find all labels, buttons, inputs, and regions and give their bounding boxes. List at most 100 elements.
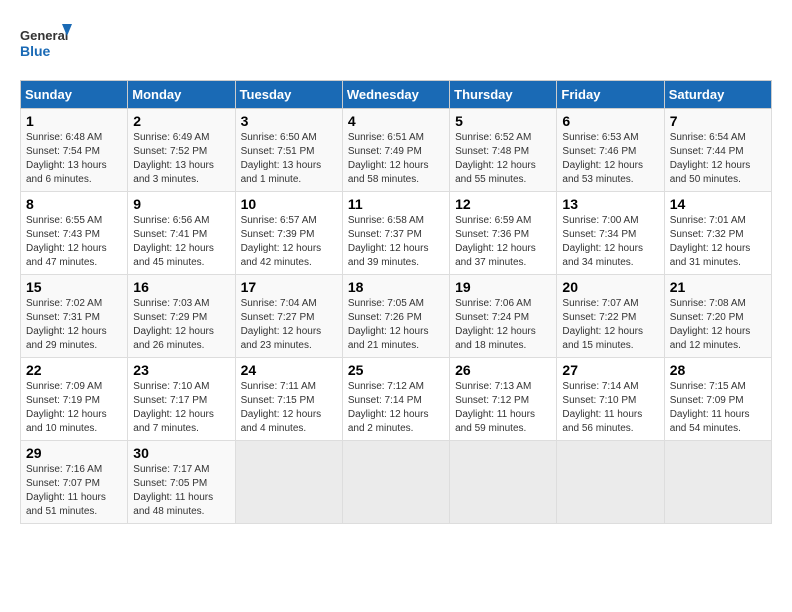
weekday-header-sunday: Sunday	[21, 81, 128, 109]
day-number: 21	[670, 279, 766, 295]
day-info: Sunrise: 6:52 AM Sunset: 7:48 PM Dayligh…	[455, 131, 551, 187]
table-row: 30 Sunrise: 7:17 AM Sunset: 7:05 PM Dayl…	[128, 441, 235, 524]
table-row: 21 Sunrise: 7:08 AM Sunset: 7:20 PM Dayl…	[664, 275, 771, 358]
day-number: 24	[241, 362, 337, 378]
day-number: 2	[133, 113, 229, 129]
day-number: 6	[562, 113, 658, 129]
day-info: Sunrise: 6:56 AM Sunset: 7:41 PM Dayligh…	[133, 214, 229, 270]
table-row: 14 Sunrise: 7:01 AM Sunset: 7:32 PM Dayl…	[664, 192, 771, 275]
day-info: Sunrise: 6:59 AM Sunset: 7:36 PM Dayligh…	[455, 214, 551, 270]
day-info: Sunrise: 7:02 AM Sunset: 7:31 PM Dayligh…	[26, 297, 122, 353]
weekday-header-wednesday: Wednesday	[342, 81, 449, 109]
table-row: 24 Sunrise: 7:11 AM Sunset: 7:15 PM Dayl…	[235, 358, 342, 441]
day-number: 9	[133, 196, 229, 212]
day-info: Sunrise: 6:58 AM Sunset: 7:37 PM Dayligh…	[348, 214, 444, 270]
table-row	[450, 441, 557, 524]
day-info: Sunrise: 6:53 AM Sunset: 7:46 PM Dayligh…	[562, 131, 658, 187]
logo-svg: General Blue	[20, 20, 75, 70]
table-row: 12 Sunrise: 6:59 AM Sunset: 7:36 PM Dayl…	[450, 192, 557, 275]
day-number: 22	[26, 362, 122, 378]
day-info: Sunrise: 6:54 AM Sunset: 7:44 PM Dayligh…	[670, 131, 766, 187]
day-number: 5	[455, 113, 551, 129]
calendar-table: SundayMondayTuesdayWednesdayThursdayFrid…	[20, 80, 772, 524]
day-number: 11	[348, 196, 444, 212]
table-row: 4 Sunrise: 6:51 AM Sunset: 7:49 PM Dayli…	[342, 109, 449, 192]
day-info: Sunrise: 6:51 AM Sunset: 7:49 PM Dayligh…	[348, 131, 444, 187]
day-info: Sunrise: 7:17 AM Sunset: 7:05 PM Dayligh…	[133, 463, 229, 519]
day-info: Sunrise: 7:08 AM Sunset: 7:20 PM Dayligh…	[670, 297, 766, 353]
table-row: 23 Sunrise: 7:10 AM Sunset: 7:17 PM Dayl…	[128, 358, 235, 441]
svg-text:General: General	[20, 28, 68, 43]
table-row	[342, 441, 449, 524]
day-info: Sunrise: 7:05 AM Sunset: 7:26 PM Dayligh…	[348, 297, 444, 353]
day-number: 13	[562, 196, 658, 212]
table-row: 10 Sunrise: 6:57 AM Sunset: 7:39 PM Dayl…	[235, 192, 342, 275]
day-info: Sunrise: 7:09 AM Sunset: 7:19 PM Dayligh…	[26, 380, 122, 436]
day-info: Sunrise: 7:06 AM Sunset: 7:24 PM Dayligh…	[455, 297, 551, 353]
day-number: 30	[133, 445, 229, 461]
day-number: 10	[241, 196, 337, 212]
table-row	[557, 441, 664, 524]
svg-text:Blue: Blue	[20, 43, 51, 59]
day-info: Sunrise: 6:48 AM Sunset: 7:54 PM Dayligh…	[26, 131, 122, 187]
day-number: 20	[562, 279, 658, 295]
table-row: 22 Sunrise: 7:09 AM Sunset: 7:19 PM Dayl…	[21, 358, 128, 441]
table-row: 29 Sunrise: 7:16 AM Sunset: 7:07 PM Dayl…	[21, 441, 128, 524]
table-row: 9 Sunrise: 6:56 AM Sunset: 7:41 PM Dayli…	[128, 192, 235, 275]
day-info: Sunrise: 7:04 AM Sunset: 7:27 PM Dayligh…	[241, 297, 337, 353]
day-info: Sunrise: 7:00 AM Sunset: 7:34 PM Dayligh…	[562, 214, 658, 270]
table-row: 5 Sunrise: 6:52 AM Sunset: 7:48 PM Dayli…	[450, 109, 557, 192]
table-row: 6 Sunrise: 6:53 AM Sunset: 7:46 PM Dayli…	[557, 109, 664, 192]
weekday-header-tuesday: Tuesday	[235, 81, 342, 109]
day-number: 23	[133, 362, 229, 378]
table-row	[664, 441, 771, 524]
day-number: 8	[26, 196, 122, 212]
table-row: 7 Sunrise: 6:54 AM Sunset: 7:44 PM Dayli…	[664, 109, 771, 192]
day-info: Sunrise: 7:10 AM Sunset: 7:17 PM Dayligh…	[133, 380, 229, 436]
day-number: 16	[133, 279, 229, 295]
table-row: 15 Sunrise: 7:02 AM Sunset: 7:31 PM Dayl…	[21, 275, 128, 358]
day-info: Sunrise: 7:13 AM Sunset: 7:12 PM Dayligh…	[455, 380, 551, 436]
day-info: Sunrise: 7:16 AM Sunset: 7:07 PM Dayligh…	[26, 463, 122, 519]
day-info: Sunrise: 7:14 AM Sunset: 7:10 PM Dayligh…	[562, 380, 658, 436]
table-row: 27 Sunrise: 7:14 AM Sunset: 7:10 PM Dayl…	[557, 358, 664, 441]
table-row: 8 Sunrise: 6:55 AM Sunset: 7:43 PM Dayli…	[21, 192, 128, 275]
table-row: 17 Sunrise: 7:04 AM Sunset: 7:27 PM Dayl…	[235, 275, 342, 358]
weekday-header-saturday: Saturday	[664, 81, 771, 109]
day-number: 1	[26, 113, 122, 129]
day-info: Sunrise: 7:12 AM Sunset: 7:14 PM Dayligh…	[348, 380, 444, 436]
page-header: General Blue	[20, 20, 772, 70]
day-number: 17	[241, 279, 337, 295]
table-row: 1 Sunrise: 6:48 AM Sunset: 7:54 PM Dayli…	[21, 109, 128, 192]
table-row: 25 Sunrise: 7:12 AM Sunset: 7:14 PM Dayl…	[342, 358, 449, 441]
table-row	[235, 441, 342, 524]
day-number: 29	[26, 445, 122, 461]
day-number: 28	[670, 362, 766, 378]
day-info: Sunrise: 7:11 AM Sunset: 7:15 PM Dayligh…	[241, 380, 337, 436]
day-number: 12	[455, 196, 551, 212]
day-info: Sunrise: 7:01 AM Sunset: 7:32 PM Dayligh…	[670, 214, 766, 270]
day-number: 3	[241, 113, 337, 129]
day-info: Sunrise: 6:49 AM Sunset: 7:52 PM Dayligh…	[133, 131, 229, 187]
day-info: Sunrise: 6:50 AM Sunset: 7:51 PM Dayligh…	[241, 131, 337, 187]
day-info: Sunrise: 7:15 AM Sunset: 7:09 PM Dayligh…	[670, 380, 766, 436]
table-row: 18 Sunrise: 7:05 AM Sunset: 7:26 PM Dayl…	[342, 275, 449, 358]
table-row: 13 Sunrise: 7:00 AM Sunset: 7:34 PM Dayl…	[557, 192, 664, 275]
weekday-header-thursday: Thursday	[450, 81, 557, 109]
table-row: 19 Sunrise: 7:06 AM Sunset: 7:24 PM Dayl…	[450, 275, 557, 358]
day-number: 15	[26, 279, 122, 295]
day-number: 26	[455, 362, 551, 378]
day-info: Sunrise: 6:57 AM Sunset: 7:39 PM Dayligh…	[241, 214, 337, 270]
weekday-header-friday: Friday	[557, 81, 664, 109]
table-row: 28 Sunrise: 7:15 AM Sunset: 7:09 PM Dayl…	[664, 358, 771, 441]
day-number: 27	[562, 362, 658, 378]
day-info: Sunrise: 7:03 AM Sunset: 7:29 PM Dayligh…	[133, 297, 229, 353]
table-row: 2 Sunrise: 6:49 AM Sunset: 7:52 PM Dayli…	[128, 109, 235, 192]
table-row: 11 Sunrise: 6:58 AM Sunset: 7:37 PM Dayl…	[342, 192, 449, 275]
table-row: 16 Sunrise: 7:03 AM Sunset: 7:29 PM Dayl…	[128, 275, 235, 358]
day-number: 25	[348, 362, 444, 378]
table-row: 20 Sunrise: 7:07 AM Sunset: 7:22 PM Dayl…	[557, 275, 664, 358]
weekday-header-monday: Monday	[128, 81, 235, 109]
day-number: 18	[348, 279, 444, 295]
day-info: Sunrise: 6:55 AM Sunset: 7:43 PM Dayligh…	[26, 214, 122, 270]
